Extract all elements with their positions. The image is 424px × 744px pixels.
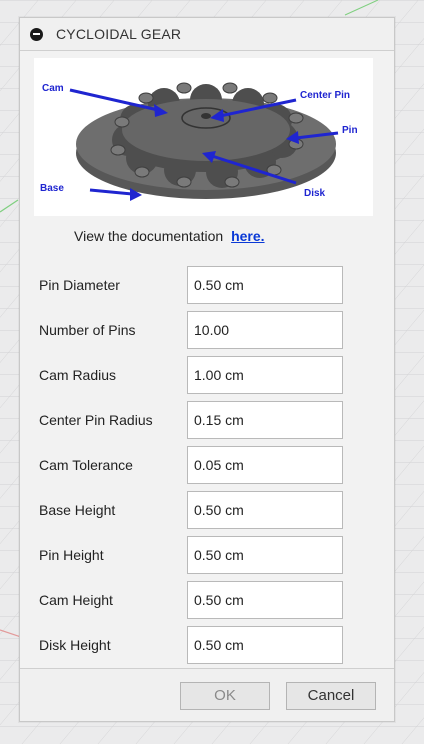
callout-cam: Cam [42,83,64,94]
disk-height-label: Disk Height [39,637,111,653]
row-cam-height: Cam Height 0.50 cm [20,581,394,621]
row-cam-tolerance: Cam Tolerance 0.05 cm [20,446,394,486]
callout-pin: Pin [342,125,358,136]
pin-height-input[interactable]: 0.50 cm [187,536,343,574]
pin-diameter-input[interactable]: 0.50 cm [187,266,343,304]
number-of-pins-input[interactable]: 10.00 [187,311,343,349]
dialog-titlebar: CYCLOIDAL GEAR [20,18,394,51]
documentation-text: View the documentation [74,228,224,244]
cycloidal-gear-illustration: Cam Center Pin Pin Base Disk [34,58,373,216]
callout-center-pin: Center Pin [300,90,350,101]
row-pin-height: Pin Height 0.50 cm [20,536,394,576]
cam-tolerance-input[interactable]: 0.05 cm [187,446,343,484]
pin-diameter-label: Pin Diameter [39,277,120,293]
row-center-pin-radius: Center Pin Radius 0.15 cm [20,401,394,441]
documentation-link[interactable]: here. [231,228,264,244]
base-height-label: Base Height [39,502,116,518]
row-cam-radius: Cam Radius 1.00 cm [20,356,394,396]
center-pin [201,113,211,119]
row-disk-height: Disk Height 0.50 cm [20,626,394,666]
disk-height-input[interactable]: 0.50 cm [187,626,343,664]
number-of-pins-label: Number of Pins [39,322,136,338]
row-base-height: Base Height 0.50 cm [20,491,394,531]
cancel-button[interactable]: Cancel [286,682,376,710]
cam-radius-label: Cam Radius [39,367,117,383]
pin-height-label: Pin Height [39,547,104,563]
callout-disk: Disk [304,188,326,199]
dialog-title: CYCLOIDAL GEAR [56,26,182,42]
row-number-of-pins: Number of Pins 10.00 [20,311,394,351]
cam-height-label: Cam Height [39,592,113,608]
center-pin-radius-input[interactable]: 0.15 cm [187,401,343,439]
base-height-input[interactable]: 0.50 cm [187,491,343,529]
row-pin-diameter: Pin Diameter 0.50 cm [20,266,394,306]
cycloidal-gear-dialog: CYCLOIDAL GEAR Cam Center Pin Pin Base D… [19,17,395,722]
cam-height-input[interactable]: 0.50 cm [187,581,343,619]
cam-radius-input[interactable]: 1.00 cm [187,356,343,394]
center-pin-radius-label: Center Pin Radius [39,412,153,428]
collapse-icon[interactable] [30,27,43,41]
ok-button[interactable]: OK [180,682,270,710]
cam-tolerance-label: Cam Tolerance [39,457,133,473]
dialog-footer: OK Cancel [20,668,394,721]
callout-base: Base [40,183,64,194]
